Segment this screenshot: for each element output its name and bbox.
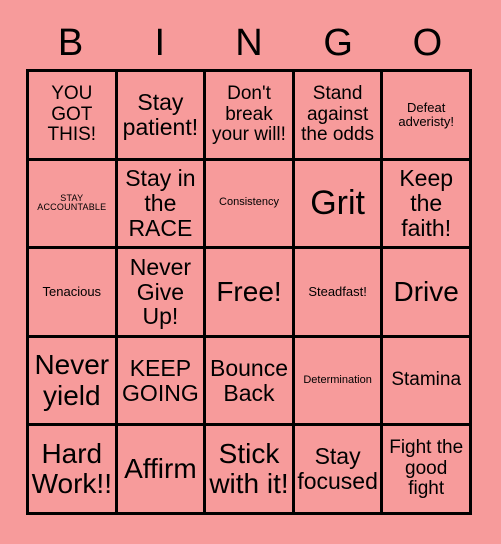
bingo-cell-label: Stay patient! [122, 88, 199, 140]
bingo-cell-label: Never Give Up! [129, 253, 192, 330]
bingo-cell-label: YOU GOT THIS! [47, 83, 97, 146]
bingo-cell-o3[interactable]: Drive [383, 249, 472, 338]
bingo-cell-label: KEEP GOING [122, 354, 199, 406]
bingo-cell-label: Never yield [34, 349, 110, 411]
bingo-cell-i5[interactable]: Affirm [117, 426, 207, 515]
bingo-cell-label: Stay in the RACE [125, 165, 196, 241]
bingo-cell-b3[interactable]: Tenacious [29, 249, 118, 338]
bingo-cell-label: Determination [303, 373, 372, 386]
bingo-cell-i1[interactable]: Stay patient! [117, 72, 207, 161]
bingo-cell-g4[interactable]: Determination [294, 337, 384, 427]
bingo-cell-n4[interactable]: Bounce Back [206, 337, 295, 427]
bingo-cell-o1[interactable]: Defeat adveristy! [383, 72, 472, 161]
bingo-card: B I N G O YOU GOT THIS! Stay patient! Do… [0, 0, 501, 544]
bingo-cell-label: Drive [393, 275, 459, 307]
bingo-cell-label: Stay focused [297, 443, 378, 495]
bingo-cell-label: Don't break your will! [212, 83, 286, 146]
bingo-cell-i3[interactable]: Never Give Up! [117, 249, 207, 338]
bingo-cell-g2[interactable]: Grit [294, 160, 384, 250]
bingo-cell-label: Affirm [124, 453, 197, 485]
bingo-cell-i2[interactable]: Stay in the RACE [117, 160, 207, 250]
bingo-cell-o4[interactable]: Stamina [383, 337, 472, 427]
bingo-cell-label: Tenacious [42, 283, 102, 299]
bingo-cell-n5[interactable]: Stick with it! [206, 426, 295, 515]
bingo-cell-label: Free! [216, 275, 282, 307]
bingo-cell-n2[interactable]: Consistency [206, 160, 295, 250]
bingo-cell-label: Steadfast! [308, 283, 367, 299]
bingo-cell-label: Consistency [219, 196, 279, 209]
bingo-cell-label: STAY ACCOUNTABLE [37, 192, 107, 213]
bingo-cell-label: Hard Work!! [31, 437, 112, 500]
bingo-grid: YOU GOT THIS! Stay patient! Don't break … [26, 69, 472, 515]
bingo-cell-b1[interactable]: YOU GOT THIS! [29, 72, 118, 161]
bingo-cell-free[interactable]: Free! [206, 249, 295, 338]
bingo-cell-g5[interactable]: Stay focused [294, 426, 384, 515]
bingo-cell-i4[interactable]: KEEP GOING [117, 337, 207, 427]
header-letter-g: G [323, 22, 353, 64]
bingo-cell-b4[interactable]: Never yield [29, 337, 118, 427]
header-letter-i: I [154, 22, 166, 64]
bingo-header: B I N G O [26, 20, 472, 66]
bingo-cell-b5[interactable]: Hard Work!! [29, 426, 118, 515]
bingo-cell-label: Stamina [391, 369, 462, 391]
bingo-cell-n1[interactable]: Don't break your will! [206, 72, 295, 161]
bingo-cell-label: Fight the good fight [389, 437, 464, 500]
bingo-cell-label: Bounce Back [209, 354, 288, 406]
bingo-cell-g3[interactable]: Steadfast! [294, 249, 384, 338]
bingo-cell-b2[interactable]: STAY ACCOUNTABLE [29, 160, 118, 250]
bingo-cell-label: Stick with it! [209, 437, 289, 500]
bingo-cell-label: Defeat adveristy! [398, 99, 454, 129]
bingo-cell-label: Stand against the odds [301, 83, 375, 146]
bingo-cell-g1[interactable]: Stand against the odds [294, 72, 384, 161]
bingo-cell-o2[interactable]: Keep the faith! [383, 160, 472, 250]
header-letter-n: N [235, 22, 263, 64]
bingo-cell-o5[interactable]: Fight the good fight [383, 426, 472, 515]
bingo-cell-label: Keep the faith! [399, 165, 454, 241]
bingo-cell-label: Grit [310, 184, 365, 223]
header-letter-o: O [412, 22, 443, 64]
header-letter-b: B [57, 22, 84, 64]
